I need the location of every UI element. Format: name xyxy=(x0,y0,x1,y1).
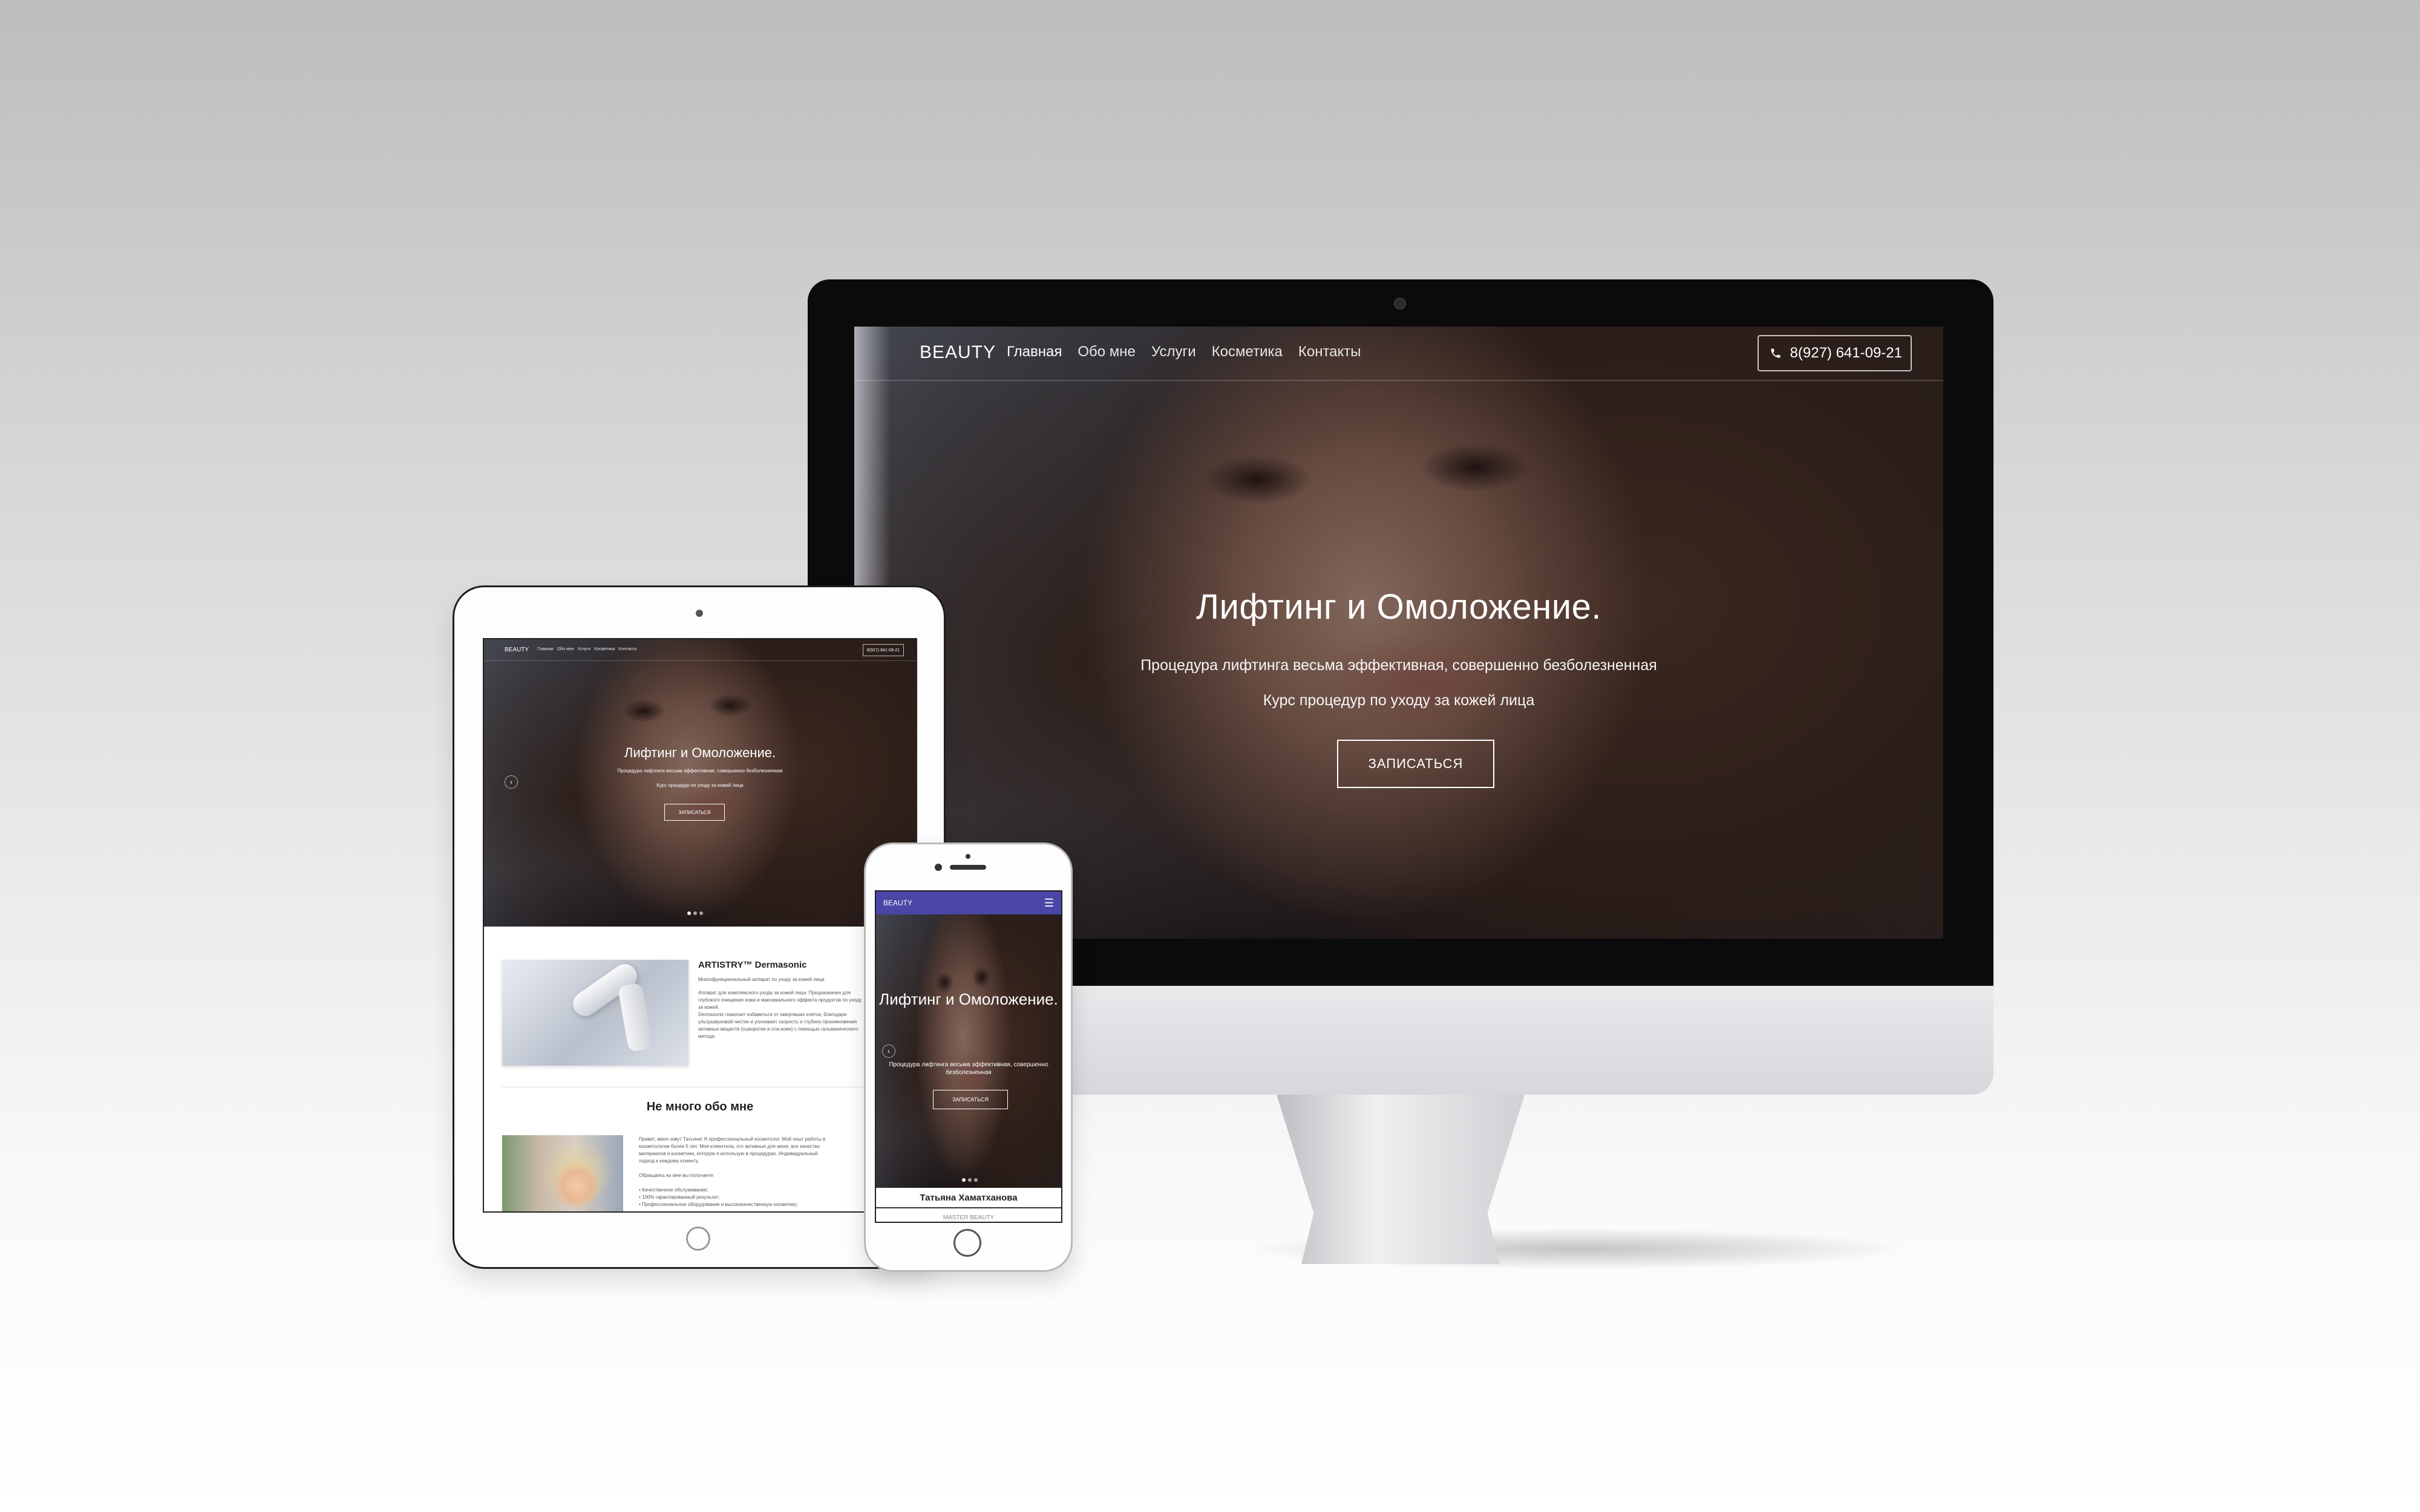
nav-link-cosmetics[interactable]: Косметика xyxy=(1212,344,1283,360)
slider-dot[interactable] xyxy=(962,1178,966,1182)
about-title: Не много обо мне xyxy=(646,1100,754,1113)
about-text: косметологии более 5 лет. Моя клиентела,… xyxy=(639,1144,820,1149)
device-head xyxy=(617,982,653,1052)
about-text: Привет, меня зовут Татьяна! Я профессион… xyxy=(639,1136,826,1142)
tablet-phone-button[interactable]: 8(927) 641-09-21 xyxy=(862,644,904,656)
imac-camera xyxy=(1394,298,1406,310)
tablet-navbar: BEAUTY Главная Обо мне Услуги Косметика … xyxy=(484,639,916,661)
slider-prev-icon[interactable]: ‹ xyxy=(882,1044,895,1058)
slider-dot[interactable] xyxy=(974,1178,978,1182)
tablet-nav-contacts[interactable]: Контакты xyxy=(618,647,636,651)
nav-link-services[interactable]: Услуги xyxy=(1151,344,1196,360)
phone-icon xyxy=(1771,348,1781,358)
iphone-speaker xyxy=(950,865,986,870)
imac-stand xyxy=(1277,1095,1525,1264)
tablet-nav-about[interactable]: Обо мне xyxy=(557,647,574,651)
ipad-home-button xyxy=(686,1227,710,1251)
tablet-hero-title: Лифтинг и Омоложение. xyxy=(624,745,776,760)
about-text: подход к каждому клиенту. xyxy=(639,1158,699,1164)
tablet-signup-button[interactable]: ЗАПИСАТЬСЯ xyxy=(664,804,725,821)
phone-number: 8(927) 641-09-21 xyxy=(1790,345,1902,361)
tablet-hero: BEAUTY Главная Обо мне Услуги Косметика … xyxy=(484,639,916,927)
hero-subtitle: Процедура лифтинга весьма эффективная, с… xyxy=(1140,657,1657,674)
mobile-signup-button[interactable]: ЗАПИСАТЬСЯ xyxy=(933,1090,1008,1109)
hamburger-icon[interactable]: ☰ xyxy=(1044,898,1054,908)
ipad-camera xyxy=(696,610,703,617)
slider-dot[interactable] xyxy=(699,911,703,915)
mobile-navbar: BEAUTY ☰ xyxy=(876,891,1061,914)
product-image xyxy=(502,959,688,1066)
about-text: Обращаясь ко мне вы получаете: xyxy=(639,1173,715,1178)
master-role: MASTER BEAUTY xyxy=(943,1214,995,1221)
desktop-nav: Главная Обо мне Услуги Косметика Контакт… xyxy=(1007,344,1361,360)
mobile-hero-title: Лифтинг и Омоложение. xyxy=(879,990,1058,1008)
name-divider xyxy=(876,1207,1061,1208)
about-list-item: • 100% гарантированный результат; xyxy=(639,1194,720,1200)
iphone-home-button xyxy=(953,1229,981,1257)
signup-button[interactable]: ЗАПИСАТЬСЯ xyxy=(1337,740,1494,788)
about-list-item: • Качественное обслуживание; xyxy=(639,1187,708,1193)
tablet-nav: Главная Обо мне Услуги Косметика Контакт… xyxy=(537,647,636,651)
phone-button[interactable]: 8(927) 641-09-21 xyxy=(1757,335,1912,371)
iphone-camera xyxy=(935,864,942,871)
about-text: материалов и косметики, которую я исполь… xyxy=(639,1151,818,1156)
tablet-screen: BEAUTY Главная Обо мне Услуги Косметика … xyxy=(483,638,917,1213)
tablet-brand[interactable]: BEAUTY xyxy=(505,647,529,653)
slider-dots xyxy=(687,911,703,915)
about-photo xyxy=(502,1135,623,1211)
mobile-hero-subtitle: Процедура лифтинга весьма эффективная, с… xyxy=(889,1061,1048,1076)
hero-title: Лифтинг и Омоложение. xyxy=(1195,587,1602,627)
about-list-item: • Профессиональное оборудование и высоко… xyxy=(639,1202,798,1207)
iphone-sensor xyxy=(966,854,970,859)
mobile-screen: BEAUTY ☰ ‹ Лифтинг и Омоложение. Процеду… xyxy=(875,890,1062,1223)
tablet-hero-subtitle: Процедура лифтинга весьма эффективная, с… xyxy=(617,768,783,774)
mobile-hero: ‹ Лифтинг и Омоложение. Процедура лифтин… xyxy=(876,914,1061,1188)
tablet-nav-cosmetics[interactable]: Косметика xyxy=(594,647,615,651)
slider-dot[interactable] xyxy=(687,911,691,915)
product-title: ARTISTRY™ Dermasonic xyxy=(698,960,807,970)
slider-dot[interactable] xyxy=(968,1178,972,1182)
nav-link-home[interactable]: Главная xyxy=(1007,344,1062,360)
brand-logo[interactable]: BEAUTY xyxy=(920,342,996,363)
slider-dots xyxy=(962,1178,978,1182)
tablet-hero-subtitle-2: Курс процедур по уходу за кожей лица xyxy=(656,783,744,788)
slider-dot[interactable] xyxy=(693,911,697,915)
master-name: Татьяна Хаматханова xyxy=(920,1193,1018,1203)
desktop-navbar: BEAUTY Главная Обо мне Услуги Косметика … xyxy=(854,327,1943,381)
mobile-hero-overlay xyxy=(876,914,1061,1188)
tablet-nav-services[interactable]: Услуги xyxy=(578,647,591,651)
nav-link-about[interactable]: Обо мне xyxy=(1078,344,1136,360)
nav-link-contacts[interactable]: Контакты xyxy=(1298,344,1361,360)
hero-subtitle-2: Курс процедур по уходу за кожей лица xyxy=(1263,692,1535,709)
tablet-nav-home[interactable]: Главная xyxy=(537,647,554,651)
mobile-brand[interactable]: BEAUTY xyxy=(883,899,912,907)
